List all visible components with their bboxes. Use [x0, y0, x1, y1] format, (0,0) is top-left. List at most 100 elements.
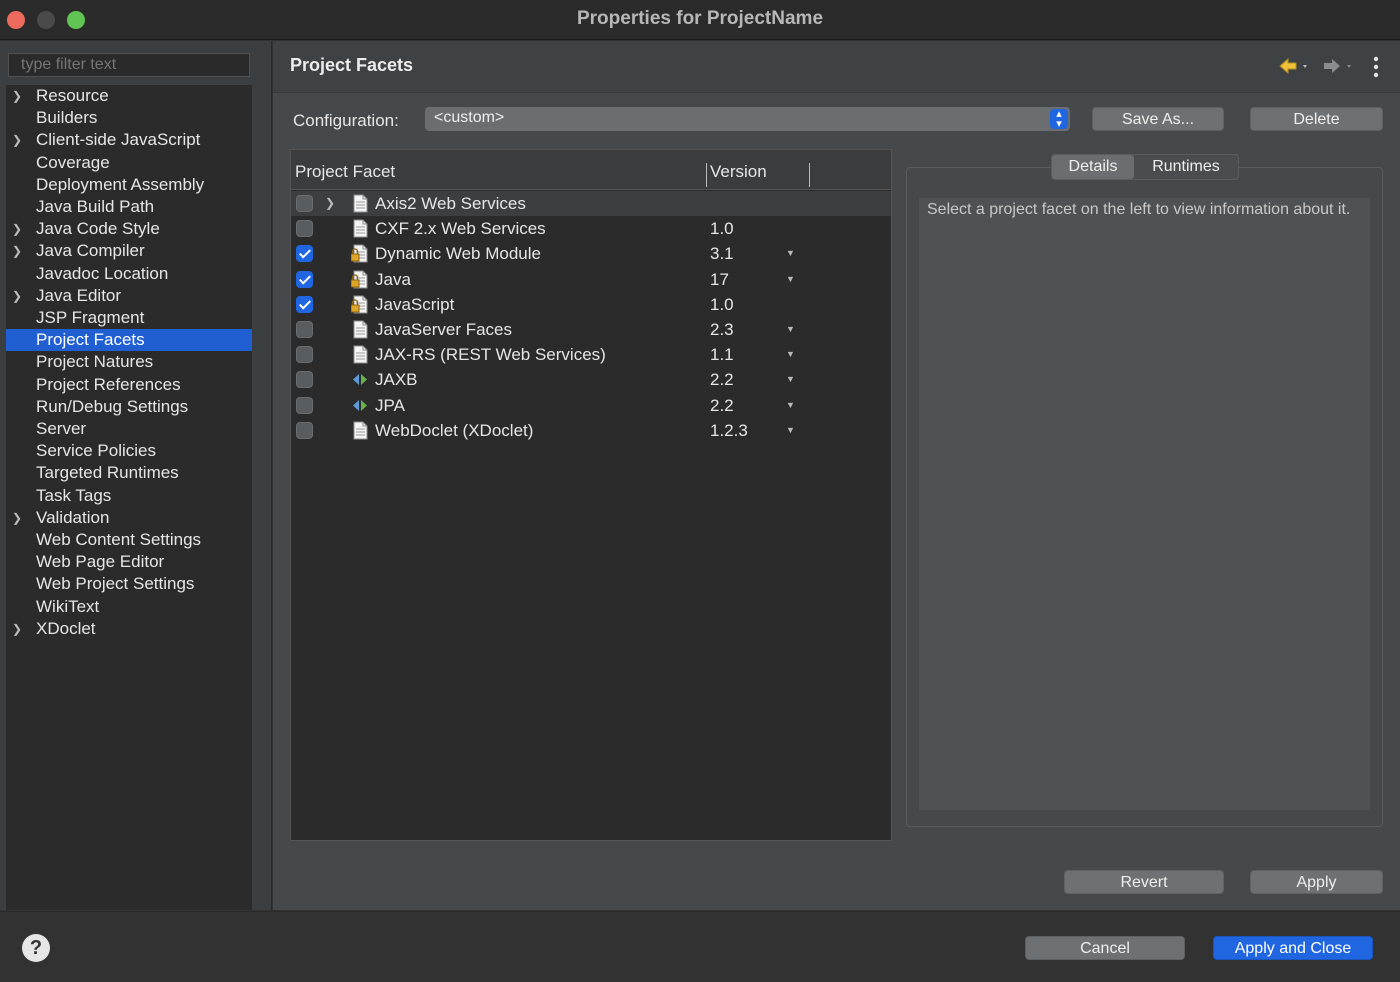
facet-version[interactable]: 1.1	[710, 342, 734, 367]
chevron-right-icon[interactable]: ❯	[12, 285, 24, 307]
tree-item-label: Client-side JavaScript	[36, 130, 201, 150]
facet-checkbox[interactable]	[296, 346, 313, 364]
chevron-right-icon[interactable]: ❯	[325, 191, 335, 216]
version-dropdown-icon[interactable]: ▼	[786, 418, 795, 443]
version-dropdown-icon[interactable]: ▼	[786, 241, 795, 266]
tree-item-label: Project Natures	[36, 352, 154, 372]
configuration-select[interactable]: <custom> ▴ ▾	[425, 107, 1070, 131]
version-dropdown-icon[interactable]: ▼	[786, 342, 795, 367]
apply-and-close-button[interactable]: Apply and Close	[1213, 936, 1373, 960]
table-row[interactable]: ❯ Axis2 Web Services	[291, 191, 891, 216]
facet-version[interactable]: 2.2	[710, 393, 734, 418]
chevron-right-icon[interactable]: ❯	[12, 240, 24, 262]
chevron-right-icon[interactable]: ❯	[12, 218, 24, 240]
tab-details[interactable]: Details	[1052, 155, 1134, 179]
chevron-right-icon[interactable]: ❯	[12, 85, 24, 107]
tree-item-label: Web Page Editor	[36, 552, 165, 572]
tree-item[interactable]: ❯ Resource	[6, 85, 252, 107]
version-dropdown-icon[interactable]: ▼	[786, 367, 795, 392]
tree-item[interactable]: Coverage	[6, 152, 252, 174]
tree-item[interactable]: Web Page Editor	[6, 551, 252, 573]
revert-button[interactable]: Revert	[1064, 870, 1224, 894]
tree-item[interactable]: Web Project Settings	[6, 573, 252, 595]
version-dropdown-icon[interactable]: ▼	[786, 317, 795, 342]
locked-document-icon	[350, 244, 369, 263]
tree-item[interactable]: Project References	[6, 374, 252, 396]
apply-button[interactable]: Apply	[1250, 870, 1383, 894]
save-as-button[interactable]: Save As...	[1092, 107, 1224, 131]
table-row[interactable]: WebDoclet (XDoclet) 1.2.3 ▼	[291, 418, 891, 443]
facet-version[interactable]: 2.2	[710, 367, 734, 392]
facet-version[interactable]: 3.1	[710, 241, 734, 266]
table-row[interactable]: Dynamic Web Module 3.1 ▼	[291, 241, 891, 266]
facet-version[interactable]: 2.3	[710, 317, 734, 342]
tree-item[interactable]: Java Build Path	[6, 196, 252, 218]
tree-item[interactable]: ❯ Validation	[6, 507, 252, 529]
page-header: Project Facets	[273, 41, 1400, 93]
tree-item[interactable]: Web Content Settings	[6, 529, 252, 551]
facet-checkbox[interactable]	[296, 295, 313, 313]
locked-document-icon	[350, 270, 369, 289]
chevron-right-icon[interactable]: ❯	[12, 129, 24, 151]
tree-item[interactable]: WikiText	[6, 596, 252, 618]
table-row[interactable]: JAXB 2.2 ▼	[291, 367, 891, 392]
tree-item[interactable]: ❯ Java Code Style	[6, 218, 252, 240]
tree-item-label: Resource	[36, 86, 109, 105]
back-button[interactable]	[1277, 55, 1317, 77]
tree-item[interactable]: JSP Fragment	[6, 307, 252, 329]
facet-checkbox[interactable]	[296, 321, 313, 338]
document-icon	[351, 345, 369, 364]
facet-checkbox[interactable]	[296, 396, 313, 414]
facet-checkbox[interactable]	[296, 220, 313, 238]
table-row[interactable]: Java 17 ▼	[291, 267, 891, 292]
tree-item[interactable]: ❯ XDoclet	[6, 618, 252, 640]
column-header-facet[interactable]: Project Facet	[295, 162, 395, 182]
tree-item[interactable]: ❯ Java Editor	[6, 285, 252, 307]
tree-item[interactable]: Task Tags	[6, 485, 252, 507]
tree-item[interactable]: ❯ Client-side JavaScript	[6, 129, 252, 151]
column-header-version[interactable]: Version	[710, 162, 767, 182]
facet-name: WebDoclet (XDoclet)	[375, 420, 534, 440]
table-row[interactable]: JPA 2.2 ▼	[291, 393, 891, 418]
tree-item[interactable]: ❯ Java Compiler	[6, 240, 252, 262]
tree-item[interactable]: Server	[6, 418, 252, 440]
tree-item[interactable]: Project Natures	[6, 351, 252, 373]
tree-item[interactable]: Service Policies	[6, 440, 252, 462]
tab-runtimes[interactable]: Runtimes	[1134, 155, 1238, 179]
tree-item-label: Java Build Path	[36, 197, 155, 216]
facet-version[interactable]: 1.2.3	[710, 418, 748, 443]
details-content: Select a project facet on the left to vi…	[919, 198, 1370, 810]
table-row[interactable]: JavaScript 1.0	[291, 292, 891, 317]
facet-version[interactable]: 17	[710, 267, 729, 292]
tree-item-label: Project Facets	[36, 330, 145, 350]
help-icon[interactable]: ?	[22, 934, 50, 962]
version-dropdown-icon[interactable]: ▼	[786, 267, 795, 292]
column-divider[interactable]	[706, 163, 707, 187]
delete-button[interactable]: Delete	[1250, 107, 1383, 131]
facets-table: Project Facet Version ❯ Axis2 Web Service…	[290, 149, 892, 841]
facet-version: 1.0	[710, 294, 734, 314]
tree-item[interactable]: Targeted Runtimes	[6, 462, 252, 484]
chevron-right-icon[interactable]: ❯	[12, 618, 24, 640]
table-row[interactable]: JAX-RS (REST Web Services) 1.1 ▼	[291, 342, 891, 367]
tree-item[interactable]: Javadoc Location	[6, 263, 252, 285]
facet-checkbox[interactable]	[296, 270, 313, 288]
facet-checkbox[interactable]	[296, 371, 313, 389]
version-dropdown-icon[interactable]: ▼	[786, 393, 795, 418]
table-row[interactable]: JavaServer Faces 2.3 ▼	[291, 317, 891, 342]
cancel-button[interactable]: Cancel	[1025, 936, 1185, 960]
tree-item[interactable]: Deployment Assembly	[6, 174, 252, 196]
tree-item[interactable]: Project Facets	[6, 329, 252, 352]
view-menu-button[interactable]	[1369, 53, 1383, 81]
facet-checkbox[interactable]	[296, 245, 313, 263]
tree-item[interactable]: Run/Debug Settings	[6, 396, 252, 418]
forward-button[interactable]	[1319, 55, 1359, 77]
chevron-right-icon[interactable]: ❯	[12, 507, 24, 529]
facet-checkbox[interactable]	[296, 421, 313, 439]
tree-item-label: Deployment Assembly	[36, 174, 205, 194]
filter-input[interactable]	[8, 53, 250, 77]
tree-item[interactable]: Builders	[6, 107, 252, 129]
table-row[interactable]: CXF 2.x Web Services 1.0	[291, 216, 891, 241]
column-divider[interactable]	[809, 163, 810, 187]
facet-checkbox[interactable]	[296, 195, 313, 212]
